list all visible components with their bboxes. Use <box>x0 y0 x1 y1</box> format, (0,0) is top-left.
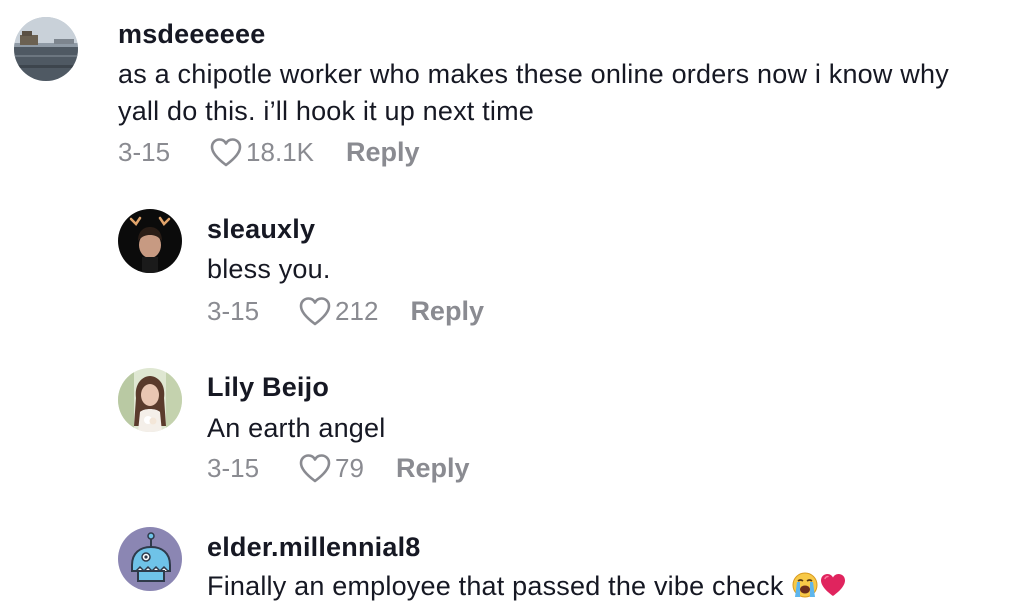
comment-username[interactable]: Lily Beijo <box>207 372 329 403</box>
comment-username[interactable]: msdeeeeee <box>118 19 265 50</box>
avatar-portrait-image <box>118 209 182 273</box>
like-count: 212 <box>335 295 379 326</box>
reply-button[interactable]: Reply <box>346 137 420 168</box>
heart-outline-icon <box>299 454 331 483</box>
comment-text-line: as a chipotle worker who makes these onl… <box>118 59 949 89</box>
reply-button[interactable]: Reply <box>396 453 470 484</box>
avatar[interactable] <box>118 527 182 591</box>
comment-date: 3-15 <box>207 452 260 483</box>
avatar[interactable] <box>118 368 182 432</box>
like-count: 79 <box>335 452 364 483</box>
comment-date: 3-15 <box>207 295 260 326</box>
like-count: 18.1K <box>246 136 314 167</box>
comment-text-line: bless you. <box>207 254 331 284</box>
avatar[interactable] <box>118 209 182 273</box>
comment-meta: 3-15 212 Reply <box>207 293 484 329</box>
heart-outline-icon <box>299 297 331 326</box>
red-heart-icon <box>819 571 847 609</box>
comment-meta: 3-15 18.1K Reply <box>118 134 420 170</box>
like-button[interactable]: 212 <box>297 295 378 327</box>
avatar[interactable] <box>14 17 78 81</box>
reply-button[interactable]: Reply <box>410 296 484 327</box>
avatar-harbor-image <box>14 17 78 81</box>
avatar-robot-image <box>118 527 182 591</box>
comment-text: Finally an employee that passed the vibe… <box>207 568 847 609</box>
loudly-crying-face-icon <box>791 571 819 609</box>
comment-text-line: Finally an employee that passed the vibe… <box>207 571 784 601</box>
comment-date: 3-15 <box>118 136 171 167</box>
comment-meta: 3-15 79 Reply <box>207 450 470 486</box>
heart-outline-icon <box>210 138 242 167</box>
comment-username[interactable]: elder.millennial8 <box>207 532 421 563</box>
avatar-portrait-image <box>118 368 182 432</box>
like-button[interactable]: 79 <box>297 452 364 484</box>
comment-text-line: yall do this. i’ll hook it up next time <box>118 96 534 126</box>
comment-username[interactable]: sleauxly <box>207 214 315 245</box>
like-button[interactable]: 18.1K <box>208 136 314 168</box>
comment-text-line: An earth angel <box>207 413 386 443</box>
